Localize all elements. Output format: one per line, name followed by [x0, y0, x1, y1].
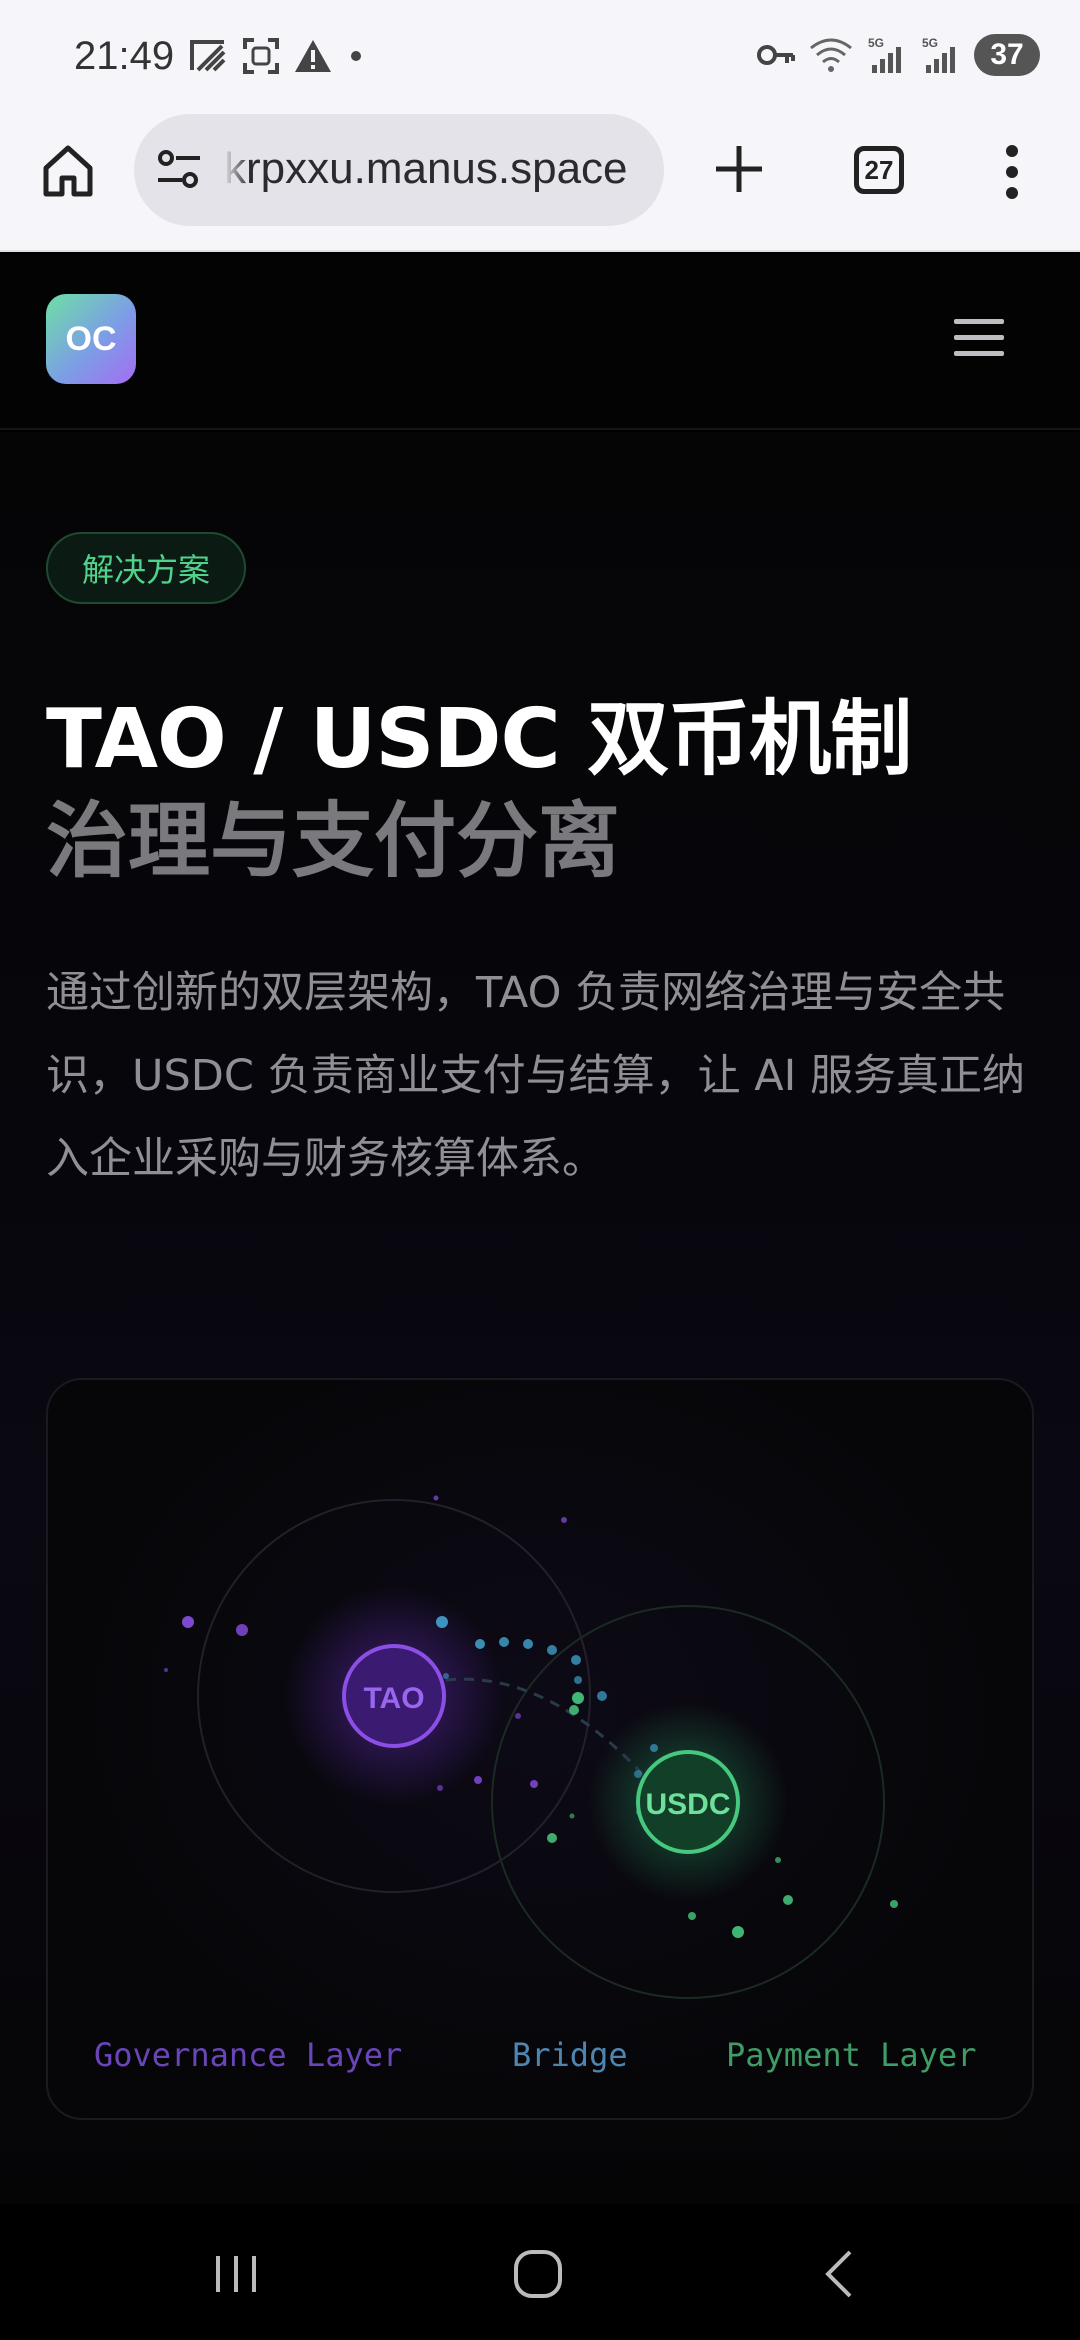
url-text[interactable]: krpxxu.manus.space [224, 144, 654, 194]
svg-text:5G: 5G [868, 36, 884, 50]
svg-text:5G: 5G [922, 36, 938, 50]
system-navigation-bar [0, 2204, 1080, 2340]
signal-5g-icon: 5G [868, 36, 901, 73]
tao-label: TAO [363, 1682, 424, 1715]
hamburger-icon[interactable] [952, 316, 1006, 360]
battery-indicator: 37 [974, 34, 1040, 76]
dual-token-diagram: TAO USDC Governance Layer Bridge Payment… [46, 1378, 1034, 2120]
address-bar[interactable]: krpxxu.manus.space [134, 114, 664, 226]
dot-icon [351, 51, 361, 61]
diagram-canvas: TAO USDC [164, 1495, 898, 1999]
home-circle-icon[interactable] [508, 2244, 568, 2304]
usdc-label: USDC [645, 1788, 730, 1821]
site-settings-icon[interactable] [156, 148, 202, 192]
url-fade [224, 134, 250, 204]
tabs-button[interactable]: 27 [854, 146, 904, 194]
site-logo[interactable]: OC [46, 294, 136, 384]
status-bar: 21:49 5G 5G 37 [0, 0, 1080, 112]
ticket-icon [190, 40, 226, 72]
warning-icon [295, 40, 331, 72]
plus-icon[interactable] [712, 142, 766, 196]
payment-layer-label: Payment Layer [726, 2036, 977, 2074]
hero-description: 通过创新的双层架构，TAO 负责网络治理与安全共识，USDC 负责商业支付与结算… [46, 968, 1026, 1184]
wifi-icon [810, 38, 852, 72]
more-vert-icon[interactable] [1000, 144, 1024, 200]
home-icon[interactable] [38, 140, 98, 200]
key-icon [757, 45, 795, 65]
section-badge: 解决方案 [46, 532, 247, 604]
governance-layer-label: Governance Layer [94, 2036, 403, 2074]
status-time: 21:49 [74, 34, 175, 78]
status-right-icons: 5G 5G 37 [756, 34, 1040, 76]
signal-5g-icon: 5G [922, 36, 955, 73]
site-header: OC [0, 254, 1080, 430]
hero-subtitle: 治理与支付分离 [46, 794, 621, 889]
back-icon[interactable] [812, 2244, 872, 2304]
screenshot-icon [243, 38, 279, 74]
browser-toolbar: krpxxu.manus.space 27 [0, 112, 1080, 252]
status-left-icons [188, 36, 366, 76]
recent-apps-icon[interactable] [206, 2244, 266, 2304]
bridge-label: Bridge [512, 2036, 628, 2074]
hero-section: 解决方案 TAO / USDC 双币机制 治理与支付分离 通过创新的双层架构，T… [0, 432, 1080, 2204]
